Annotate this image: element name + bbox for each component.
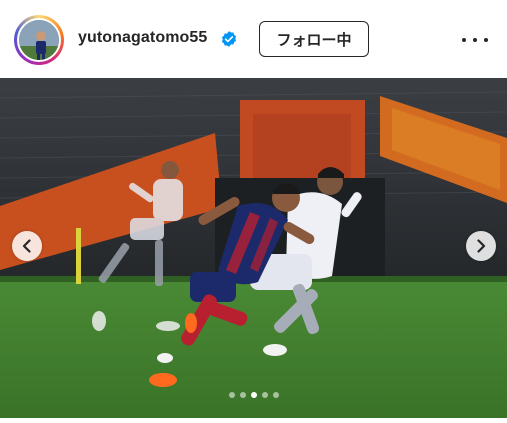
- match-photo: [0, 78, 507, 418]
- post-header: yutonagatomo55 フォロー中: [0, 0, 507, 78]
- username[interactable]: yutonagatomo55: [78, 29, 207, 47]
- carousel-indicator: [0, 392, 507, 400]
- story-ring[interactable]: [14, 15, 64, 65]
- next-slide-button[interactable]: [466, 231, 496, 261]
- post-photo[interactable]: [0, 78, 507, 418]
- avatar[interactable]: [17, 18, 61, 62]
- verified-badge-icon: [221, 31, 237, 47]
- chevron-right-icon: [477, 239, 486, 253]
- more-options-icon[interactable]: [462, 30, 488, 50]
- chevron-left-icon: [22, 239, 31, 253]
- carousel-dot: [228, 392, 235, 398]
- post-footer: [0, 418, 507, 423]
- carousel-dot: [261, 392, 268, 398]
- avatar-image: [19, 20, 59, 60]
- carousel-dot-active: [250, 392, 257, 398]
- carousel-dot: [239, 392, 246, 398]
- previous-slide-button[interactable]: [12, 231, 42, 261]
- following-button[interactable]: フォロー中: [259, 21, 369, 57]
- carousel-dot: [272, 392, 279, 398]
